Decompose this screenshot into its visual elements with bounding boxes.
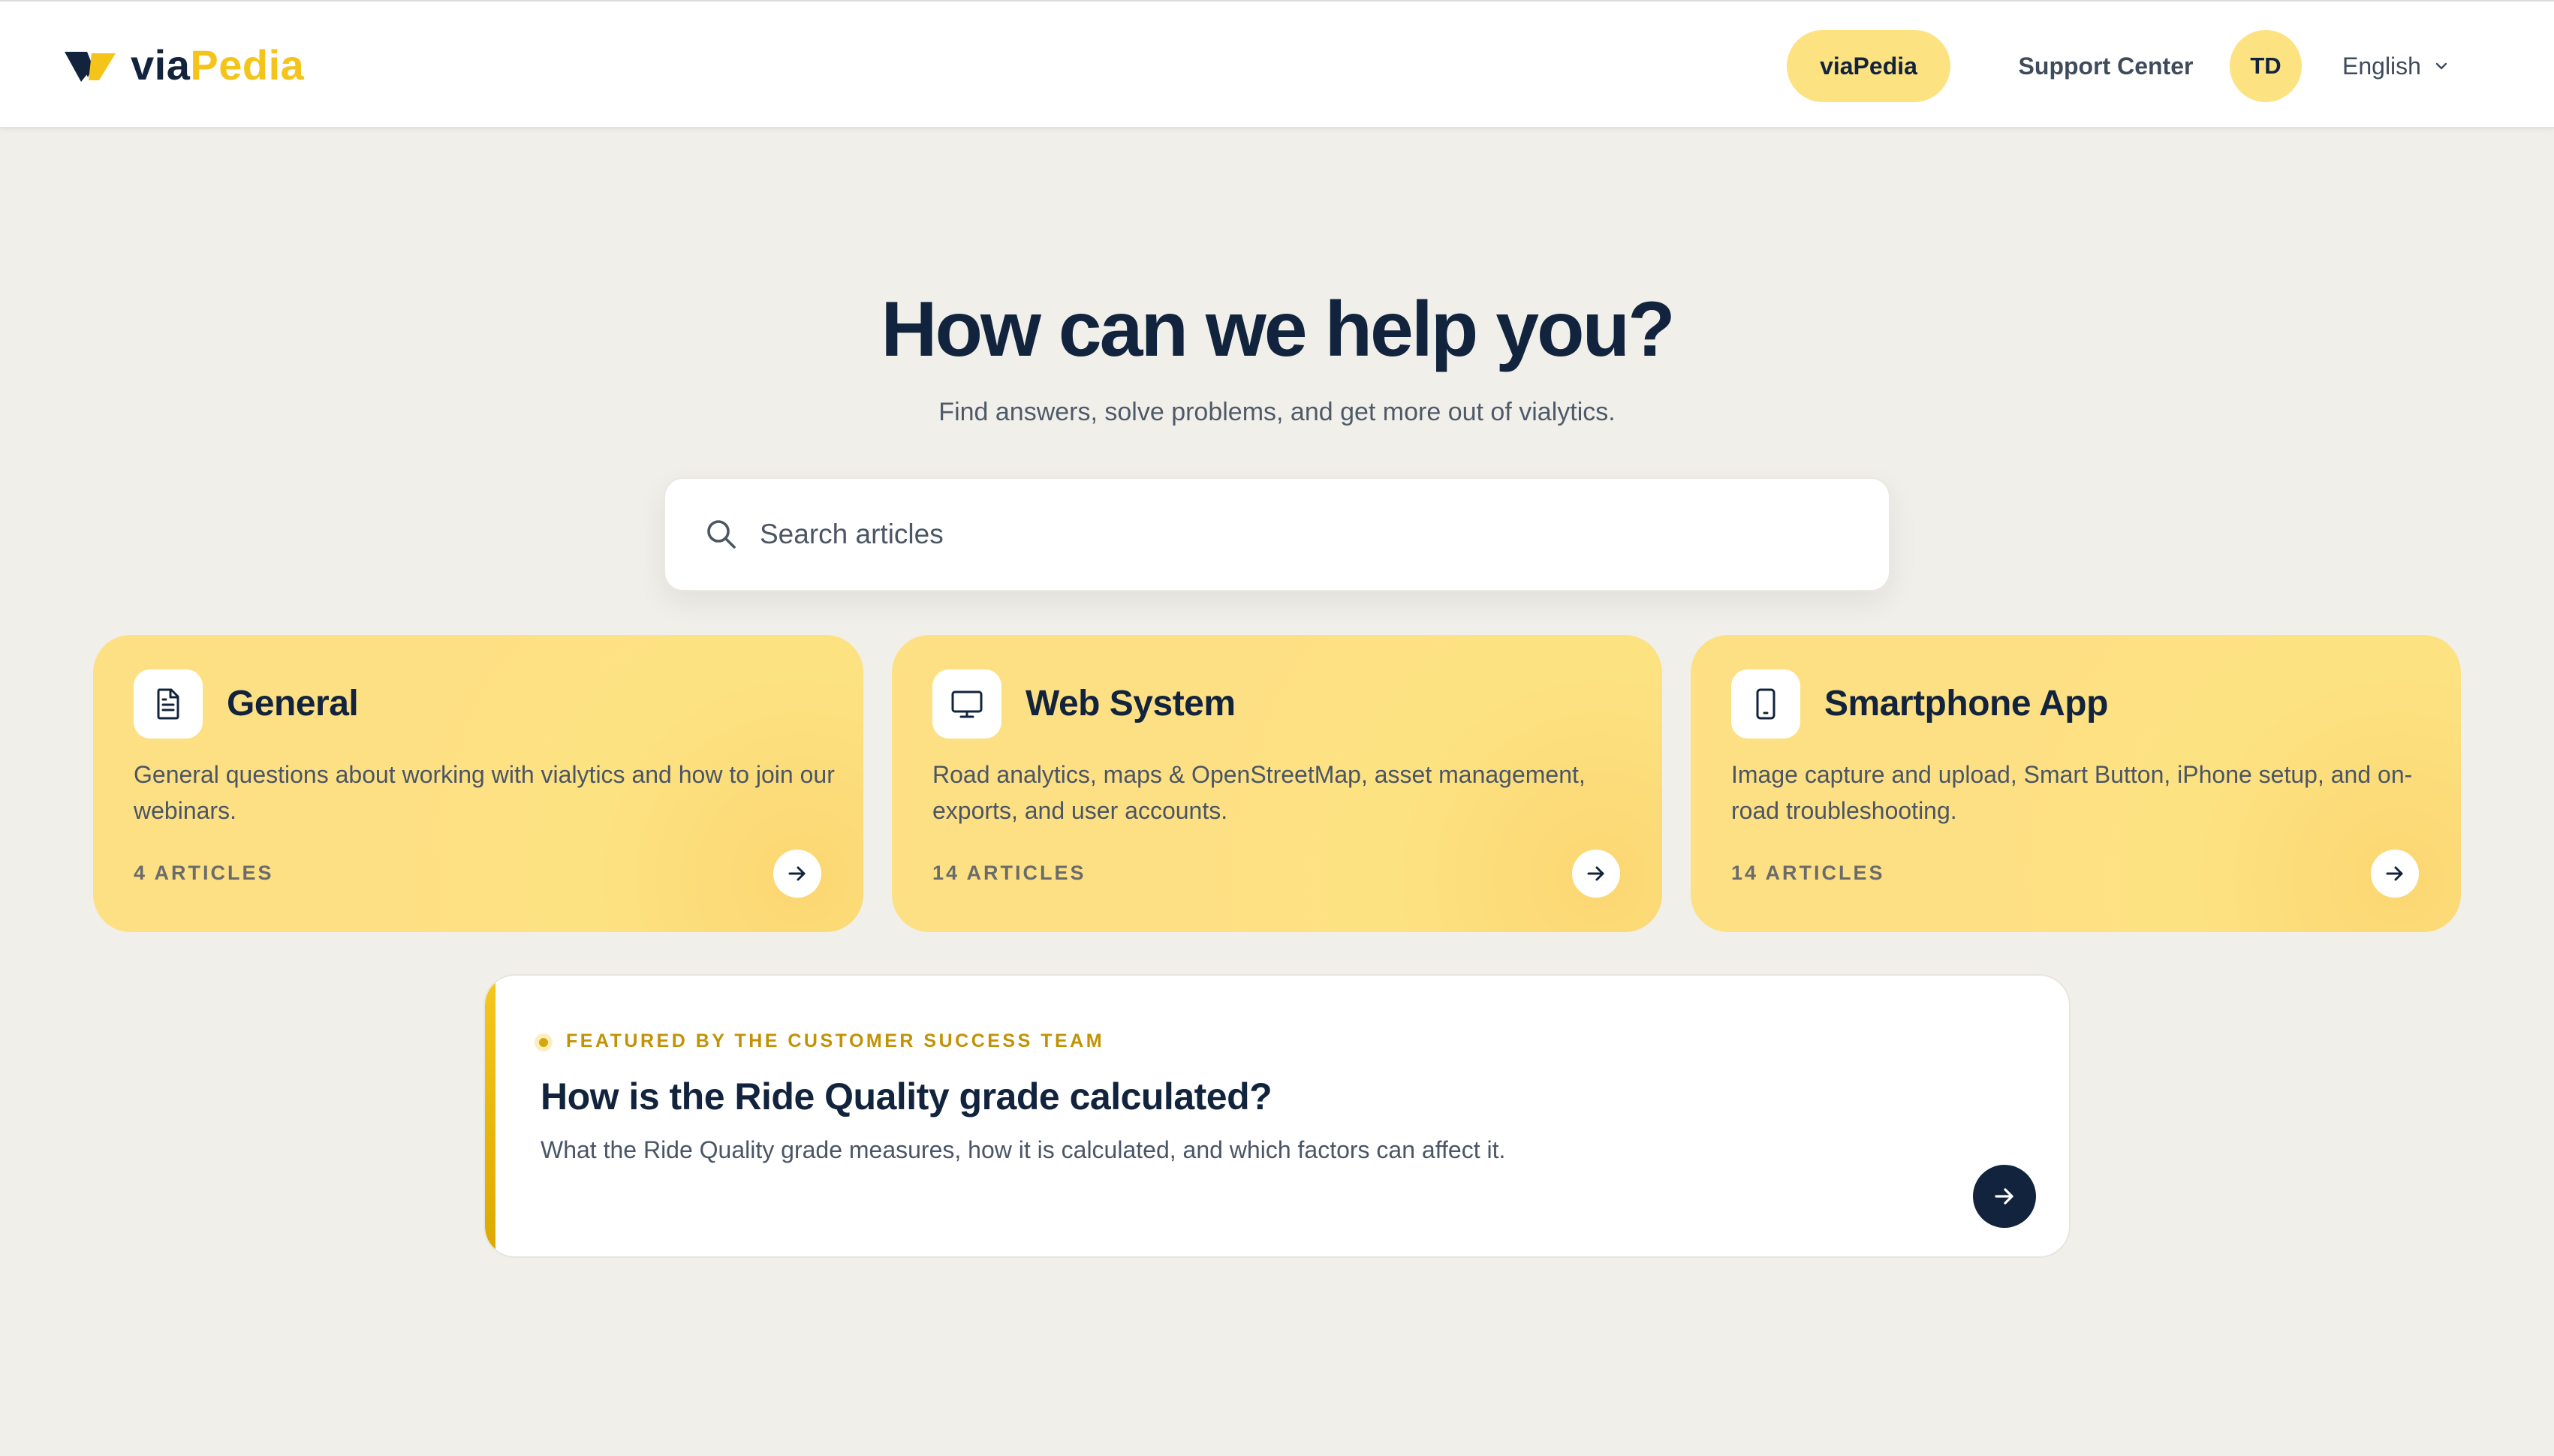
arrow-right-icon [1587, 866, 1604, 881]
featured-accent-bar [485, 976, 495, 1256]
arrow-right-icon [1995, 1188, 2013, 1205]
nav-support-center[interactable]: Support Center [1989, 30, 2222, 102]
arrow-right-icon [788, 866, 806, 881]
monitor-icon [951, 690, 983, 718]
card-description: General questions about working with via… [134, 761, 835, 824]
page-subtitle: Find answers, solve problems, and get mo… [938, 398, 1616, 426]
card-description: Road analytics, maps & OpenStreetMap, as… [932, 761, 1586, 824]
card-title: Smartphone App [1824, 684, 2108, 723]
featured-arrow-button[interactable] [1973, 1165, 2036, 1228]
card-title: Web System [1026, 684, 1236, 723]
card-description: Image capture and upload, Smart Button, … [1731, 761, 2413, 824]
card-article-count: 14 ARTICLES [1731, 862, 1885, 884]
card-icon-box [134, 669, 203, 739]
featured-article-card[interactable]: FEATURED BY THE CUSTOMER SUCCESS TEAM Ho… [483, 974, 2071, 1258]
viapedia-logo[interactable]: via Pedia [65, 41, 304, 89]
top-navigation-bar: via Pedia viaPedia Support Center TD Engl… [0, 0, 2554, 128]
vialytics-logo-icon [65, 52, 116, 82]
search-input[interactable] [760, 519, 1811, 550]
featured-description: What the Ride Quality grade measures, ho… [541, 1136, 1506, 1163]
search-box[interactable] [664, 477, 1890, 591]
document-icon [157, 688, 179, 720]
featured-label: FEATURED BY THE CUSTOMER SUCCESS TEAM [566, 1030, 1105, 1051]
card-arrow-button[interactable] [2371, 850, 2419, 898]
page-title: How can we help you? [881, 286, 1675, 373]
featured-title[interactable]: How is the Ride Quality grade calculated… [541, 1075, 1272, 1118]
logo-wordmark: via Pedia [131, 41, 304, 89]
card-icon-box [1731, 669, 1800, 739]
language-label: English [2342, 52, 2421, 80]
card-icon-box [932, 669, 1001, 739]
category-card-web-system[interactable]: Web System Road analytics, maps & OpenSt… [892, 635, 1662, 932]
logo-via-text: via [131, 41, 191, 89]
card-arrow-button[interactable] [773, 850, 821, 898]
arrow-right-icon [2386, 866, 2403, 881]
nav-viapedia-active[interactable]: viaPedia [1787, 30, 1950, 102]
card-article-count: 14 ARTICLES [932, 862, 1086, 884]
user-avatar[interactable]: TD [2230, 30, 2302, 102]
card-article-count: 4 ARTICLES [134, 862, 274, 884]
chevron-down-icon [2435, 62, 2447, 70]
card-title: General [227, 684, 359, 723]
smartphone-icon [1756, 688, 1775, 720]
search-icon [707, 520, 736, 549]
language-selector[interactable]: English [2342, 30, 2492, 102]
logo-pedia-text: Pedia [190, 41, 305, 89]
card-arrow-button[interactable] [1572, 850, 1620, 898]
featured-dot-icon [535, 1033, 553, 1051]
category-card-smartphone-app[interactable]: Smartphone App Image capture and upload,… [1691, 635, 2461, 932]
category-card-general[interactable]: General General questions about working … [93, 635, 863, 932]
